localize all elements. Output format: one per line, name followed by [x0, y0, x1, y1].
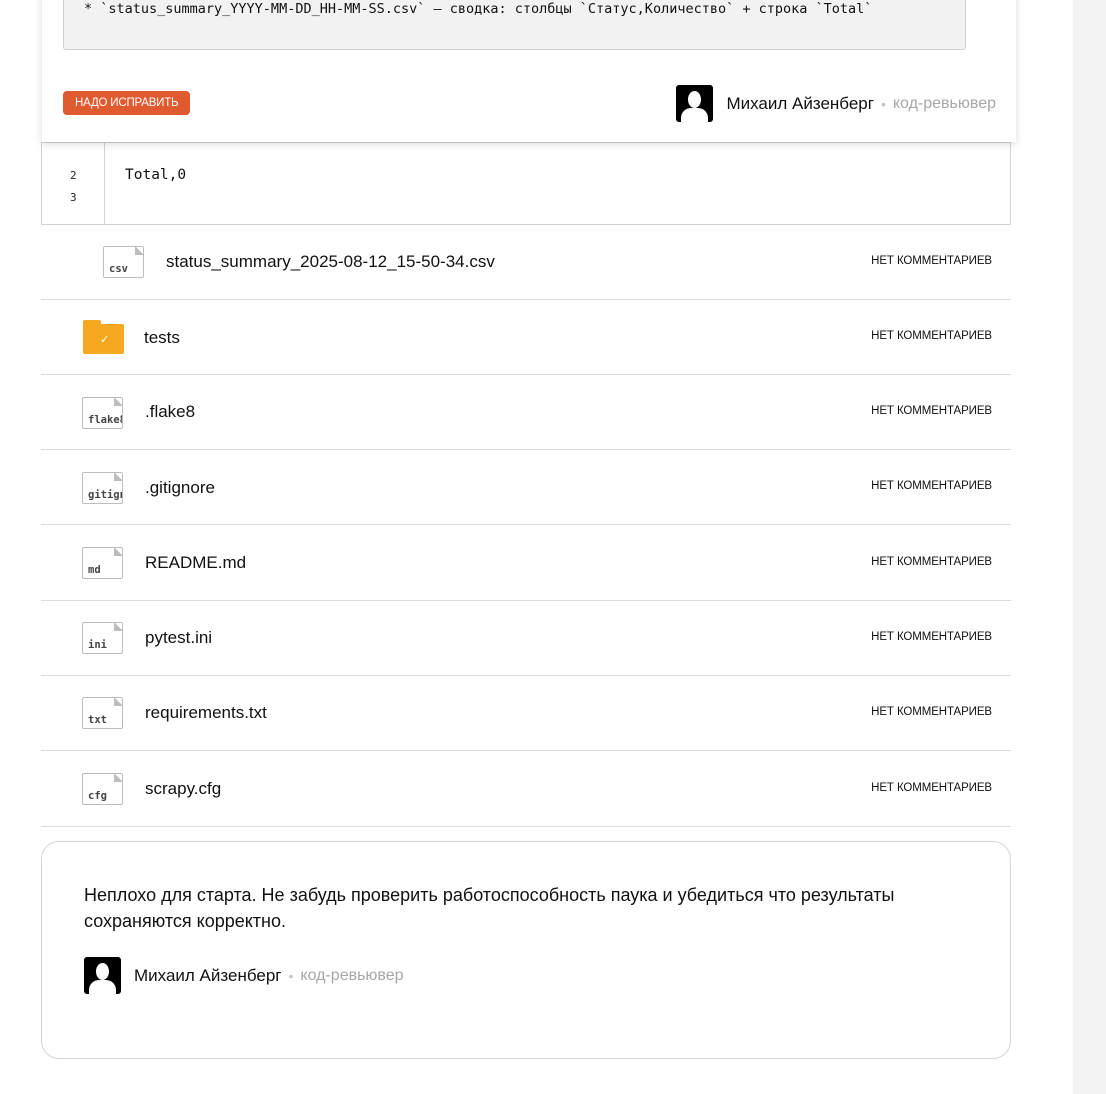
- cfg-file-icon: cfg: [82, 773, 123, 805]
- right-rail: [1073, 0, 1106, 1094]
- gitignore-file-icon: gitignore: [82, 472, 123, 504]
- author-separator: •: [880, 95, 886, 112]
- file-row-csv[interactable]: csv status_summary_2025-08-12_15-50-34.c…: [41, 225, 1011, 300]
- file-row-tests[interactable]: ✓ tests НЕТ КОММЕНТАРИЕВ: [41, 300, 1011, 375]
- folder-check-icon: ✓: [83, 320, 124, 354]
- comments-status: НЕТ КОММЕНТАРИЕВ: [871, 405, 992, 417]
- folder-name[interactable]: tests: [144, 328, 180, 348]
- author-role: код-ревьювер: [892, 94, 996, 112]
- comment-code-text: * `status_summary_YYYY-MM-DD_HH-MM-SS.cs…: [84, 1, 873, 17]
- summary-author: Михаил Айзенберг • код-ревьювер: [84, 957, 404, 994]
- file-name[interactable]: .flake8: [145, 402, 195, 422]
- avatar: [84, 957, 121, 994]
- summary-comment-card: Неплохо для старта. Не забудь проверить …: [41, 841, 1011, 1059]
- author-name: Михаил Айзенберг: [726, 93, 874, 113]
- file-name[interactable]: .gitignore: [145, 478, 215, 498]
- comments-status: НЕТ КОММЕНТАРИЕВ: [871, 556, 992, 568]
- file-name[interactable]: requirements.txt: [145, 703, 267, 723]
- comment-code-block: * `status_summary_YYYY-MM-DD_HH-MM-SS.cs…: [63, 0, 966, 50]
- flake8-file-icon: flake8: [82, 397, 123, 429]
- txt-file-icon: txt: [82, 697, 123, 729]
- author-role: код-ревьювер: [300, 966, 404, 984]
- file-name[interactable]: pytest.ini: [145, 628, 212, 648]
- review-comment-card: * `status_summary_YYYY-MM-DD_HH-MM-SS.cs…: [42, 0, 1016, 142]
- line-number: 2: [70, 169, 77, 182]
- file-row-flake8[interactable]: flake8 .flake8 НЕТ КОММЕНТАРИЕВ: [41, 375, 1011, 450]
- author-name: Михаил Айзенберг: [134, 965, 282, 985]
- comments-status: НЕТ КОММЕНТАРИЕВ: [871, 480, 992, 492]
- file-name[interactable]: scrapy.cfg: [145, 779, 221, 799]
- file-row-pytest[interactable]: ini pytest.ini НЕТ КОММЕНТАРИЕВ: [41, 601, 1011, 676]
- file-row-requirements[interactable]: txt requirements.txt НЕТ КОММЕНТАРИЕВ: [41, 676, 1011, 751]
- file-name[interactable]: README.md: [145, 553, 246, 573]
- file-name[interactable]: status_summary_2025-08-12_15-50-34.csv: [166, 252, 495, 272]
- csv-file-icon: csv: [103, 246, 144, 278]
- comment-author: Михаил Айзенберг • код-ревьювер: [676, 85, 996, 122]
- needs-fix-badge: НАДО ИСПРАВИТЬ: [63, 91, 191, 115]
- file-row-scrapy[interactable]: cfg scrapy.cfg НЕТ КОММЕНТАРИЕВ: [41, 752, 1011, 827]
- comments-status: НЕТ КОММЕНТАРИЕВ: [871, 255, 992, 267]
- summary-text: Неплохо для старта. Не забудь проверить …: [84, 885, 895, 931]
- comments-status: НЕТ КОММЕНТАРИЕВ: [871, 330, 992, 342]
- file-row-readme[interactable]: md README.md НЕТ КОММЕНТАРИЕВ: [41, 526, 1011, 601]
- file-row-gitignore[interactable]: gitignore .gitignore НЕТ КОММЕНТАРИЕВ: [41, 450, 1011, 525]
- line-number-gutter: 2 3: [42, 143, 105, 224]
- comments-status: НЕТ КОММЕНТАРИЕВ: [871, 631, 992, 643]
- code-snippet: 2 3 Total,0: [41, 142, 1011, 225]
- comments-status: НЕТ КОММЕНТАРИЕВ: [871, 706, 992, 718]
- line-number: 3: [70, 191, 77, 204]
- avatar: [676, 85, 714, 122]
- author-separator: •: [288, 967, 294, 984]
- code-line: Total,0: [125, 167, 187, 183]
- ini-file-icon: ini: [82, 622, 123, 654]
- comments-status: НЕТ КОММЕНТАРИЕВ: [871, 782, 992, 794]
- md-file-icon: md: [82, 547, 123, 579]
